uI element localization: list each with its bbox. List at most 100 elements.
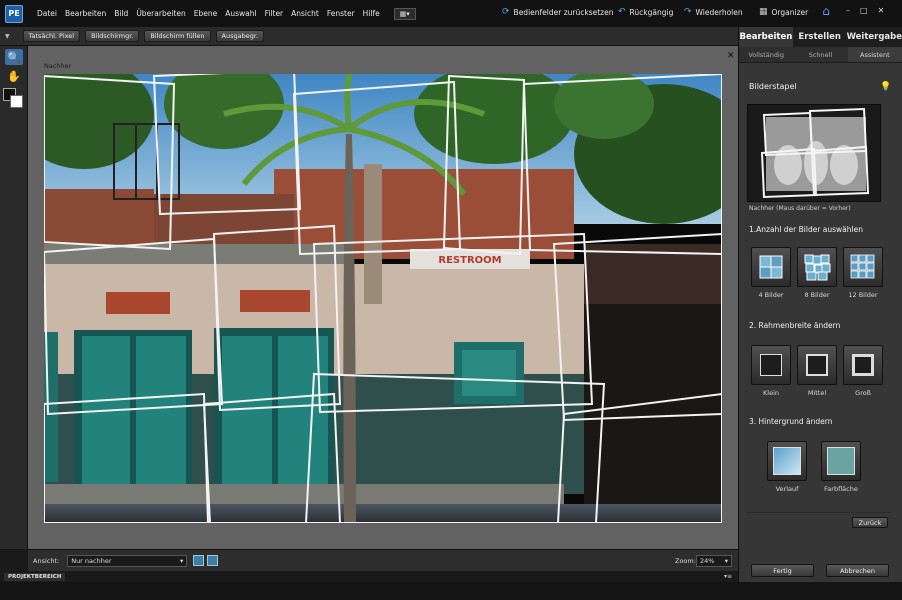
menu-bar: PE Datei Bearbeiten Bild Überarbeiten Eb… <box>0 0 902 27</box>
frame-small-label: Klein <box>763 389 779 397</box>
zoom-value: 24% <box>700 556 715 565</box>
main-tabs: Bearbeiten Erstellen Weitergabe <box>739 27 902 47</box>
zoom-field[interactable]: 24% ▾ <box>696 554 732 567</box>
frame-small[interactable]: Klein <box>751 345 791 397</box>
toolbox: 🔍 ✋ <box>0 46 28 549</box>
project-bin-bar: PROJEKTBEREICH ▾≡ <box>0 571 738 582</box>
stack-12-icon <box>843 247 883 287</box>
mode-tabs: Vollständig Schnell Assistent <box>739 47 902 63</box>
hand-tool-icon[interactable]: ✋ <box>5 68 23 84</box>
undo-button[interactable]: ↶ Rückgängig <box>618 7 673 17</box>
background-solid-label: Farbfläche <box>824 485 858 493</box>
view-mode-value: Nur nachher <box>71 556 112 565</box>
stack-4-icon <box>751 247 791 287</box>
reset-button[interactable]: Zurück <box>852 517 888 528</box>
option-12-images[interactable]: 12 Bilder <box>843 247 883 299</box>
zoom-tool-icon[interactable]: 🔍 <box>5 49 23 65</box>
tab-weitergabe[interactable]: Weitergabe <box>847 27 902 47</box>
frame-large-label: Groß <box>855 389 871 397</box>
step-2-heading: 2. Rahmenbreite ändern <box>749 321 841 330</box>
tab-schnell[interactable]: Schnell <box>793 47 847 62</box>
minimize-icon[interactable]: – <box>846 6 850 15</box>
fit-screen-button[interactable]: Bildschirmgr. <box>85 30 140 42</box>
background-color-swatch[interactable] <box>10 95 23 108</box>
cancel-button[interactable]: Abbrechen <box>826 564 889 577</box>
bottom-bar <box>0 582 902 600</box>
tab-erstellen[interactable]: Erstellen <box>793 27 847 47</box>
menu-hilfe[interactable]: Hilfe <box>359 9 384 18</box>
app-logo-icon[interactable]: PE <box>5 4 23 23</box>
reset-panels-icon: ⟳ <box>502 7 510 17</box>
menu-fenster[interactable]: Fenster <box>323 9 359 18</box>
menu-ebene[interactable]: Ebene <box>190 9 221 18</box>
project-bin-toggle[interactable]: PROJEKTBEREICH <box>4 572 66 581</box>
lightbulb-icon[interactable]: 💡 <box>880 82 891 92</box>
chevron-down-icon: ▾ <box>179 556 184 565</box>
reset-panels-button[interactable]: ⟳ Bedienfelder zurücksetzen <box>502 7 613 17</box>
photoshop-elements-window: PE Datei Bearbeiten Bild Überarbeiten Eb… <box>0 0 902 600</box>
menu-bearbeiten[interactable]: Bearbeiten <box>61 9 110 18</box>
frame-large[interactable]: Groß <box>843 345 883 397</box>
maximize-icon[interactable]: □ <box>860 6 868 15</box>
preview-thumbnail[interactable] <box>747 104 881 202</box>
organizer-label: Organizer <box>771 7 809 17</box>
gradient-swatch-icon <box>767 441 807 481</box>
project-bin-menu-icon[interactable]: ▾≡ <box>724 573 732 580</box>
redo-label: Wiederholen <box>695 7 743 17</box>
menu-datei[interactable]: Datei <box>33 9 61 18</box>
frame-width-options: Klein Mittel Groß <box>751 345 883 397</box>
layout-grid-icon[interactable]: ▦▾ <box>393 7 416 20</box>
image-count-options: 4 Bilder 8 Bilder 12 Bilder <box>751 247 883 299</box>
frame-medium[interactable]: Mittel <box>797 345 837 397</box>
organizer-grid-icon: ▦ <box>759 7 768 17</box>
tab-vollstaendig[interactable]: Vollständig <box>739 47 793 62</box>
print-size-button[interactable]: Ausgabegr. <box>215 30 264 42</box>
right-panel: Bearbeiten Erstellen Weitergabe Vollstän… <box>738 27 902 582</box>
frame-large-icon <box>843 345 883 385</box>
background-options: Verlauf Farbfläche <box>767 441 861 493</box>
zoom-label: Zoom: <box>675 556 696 565</box>
window-controls: – □ ✕ <box>846 6 884 15</box>
panel-divider <box>747 512 891 513</box>
redo-button[interactable]: ↷ Wiederholen <box>684 7 743 17</box>
color-swatches[interactable] <box>3 88 25 110</box>
option-8-images[interactable]: 8 Bilder <box>797 247 837 299</box>
undo-icon: ↶ <box>618 7 626 17</box>
menu-auswahl[interactable]: Auswahl <box>221 9 260 18</box>
stack-8-icon <box>797 247 837 287</box>
view-mode-select[interactable]: Nur nachher ▾ <box>67 554 188 567</box>
menu-filter[interactable]: Filter <box>261 9 288 18</box>
close-document-icon[interactable]: ✕ <box>727 51 735 61</box>
background-gradient-label: Verlauf <box>775 485 799 493</box>
close-window-icon[interactable]: ✕ <box>878 6 885 15</box>
done-button[interactable]: Fertig <box>751 564 814 577</box>
image-canvas[interactable]: RESTROOM <box>44 74 722 523</box>
organizer-button[interactable]: ▦ Organizer <box>759 7 808 17</box>
reset-panels-label: Bedienfelder zurücksetzen <box>513 7 614 17</box>
fill-screen-button[interactable]: Bildschirm füllen <box>144 30 211 42</box>
menu-list: Datei Bearbeiten Bild Überarbeiten Ebene… <box>33 9 384 18</box>
rotate-left-icon[interactable] <box>193 555 205 566</box>
home-icon[interactable]: ⌂ <box>818 4 834 22</box>
tool-preset-dropdown-icon[interactable]: ▼ <box>5 33 10 40</box>
tool-options-bar: ▼ Tatsächl. Pixel Bildschirmgr. Bildschi… <box>0 27 738 46</box>
option-4-images[interactable]: 4 Bilder <box>751 247 791 299</box>
actual-pixels-button[interactable]: Tatsächl. Pixel <box>22 30 81 42</box>
background-solid[interactable]: Farbfläche <box>821 441 861 493</box>
tab-bearbeiten[interactable]: Bearbeiten <box>739 27 793 47</box>
view-status-bar: Ansicht: Nur nachher ▾ Zoom: 24% ▾ <box>28 549 738 571</box>
redo-icon: ↷ <box>684 7 692 17</box>
option-4-images-label: 4 Bilder <box>758 291 784 299</box>
document-window: Nachher ✕ RESTROOM <box>28 46 738 549</box>
menu-bild[interactable]: Bild <box>110 9 132 18</box>
restroom-sign-text: RESTROOM <box>438 255 501 266</box>
undo-label: Rückgängig <box>629 7 674 17</box>
rotate-right-icon[interactable] <box>207 555 219 566</box>
view-label: Ansicht: <box>33 556 60 565</box>
option-8-images-label: 8 Bilder <box>804 291 830 299</box>
background-gradient[interactable]: Verlauf <box>767 441 807 493</box>
menu-ueberarbeiten[interactable]: Überarbeiten <box>132 9 189 18</box>
tab-assistent[interactable]: Assistent <box>847 47 902 62</box>
frame-small-icon <box>751 345 791 385</box>
menu-ansicht[interactable]: Ansicht <box>287 9 323 18</box>
